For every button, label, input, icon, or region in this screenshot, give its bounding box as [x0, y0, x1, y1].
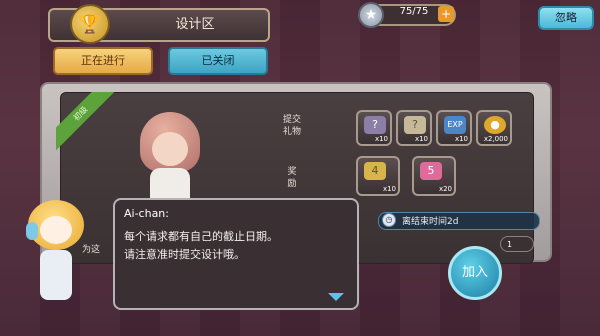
- submit-item-4[interactable]: ● x2,000: [476, 110, 512, 146]
- star-icon: ★: [358, 2, 384, 28]
- dialog-speaker: Ai-chan:: [124, 207, 169, 220]
- reward-item-2[interactable]: 5 x20: [412, 156, 456, 196]
- hidden-text-peek: 为这: [82, 245, 101, 255]
- submit-label-1: 提交: [282, 115, 301, 125]
- clock-icon: ◷: [382, 213, 396, 227]
- join-button[interactable]: 加入: [448, 246, 502, 300]
- add-stars-button[interactable]: +: [438, 6, 454, 22]
- star-count: 75/75: [399, 6, 429, 17]
- level-ribbon: 初级: [56, 92, 116, 152]
- coin-icon: ●: [484, 116, 506, 134]
- dialog-line-1: 每个请求都有自己的截止日期。: [124, 230, 278, 243]
- gift-5-icon: 5: [420, 162, 442, 180]
- trophy-icon: 🏆: [70, 4, 110, 44]
- tab-in-progress[interactable]: 正在进行: [53, 47, 153, 75]
- submit-item-2[interactable]: ? x10: [396, 110, 432, 146]
- exp-icon: EXP: [444, 116, 466, 134]
- skip-button[interactable]: 忽略: [538, 6, 594, 30]
- guide-character: [22, 200, 92, 310]
- ribbon-label: 初级: [56, 92, 116, 152]
- next-arrow-icon[interactable]: [328, 293, 344, 301]
- page-title: 设计区: [175, 17, 215, 32]
- reward-label-2: 励: [287, 179, 297, 189]
- ticket-4-icon: 4: [364, 162, 386, 180]
- submit-item-3[interactable]: EXP x10: [436, 110, 472, 146]
- submit-label-2: 礼物: [282, 127, 301, 137]
- client-avatar: [136, 112, 204, 204]
- reward-item-1[interactable]: 4 x10: [356, 156, 400, 196]
- submit-item-1[interactable]: ? x10: [356, 110, 392, 146]
- dialog-line-2: 请注意准时提交设计哦。: [124, 248, 245, 261]
- mystery-card-icon: ?: [404, 116, 426, 134]
- deadline-text: 离结束时间2d: [402, 217, 459, 227]
- participant-count: 1: [500, 236, 534, 252]
- reward-label-1: 奖: [287, 167, 297, 177]
- mystery-box-icon: ?: [364, 116, 386, 134]
- tab-closed[interactable]: 已关闭: [168, 47, 268, 75]
